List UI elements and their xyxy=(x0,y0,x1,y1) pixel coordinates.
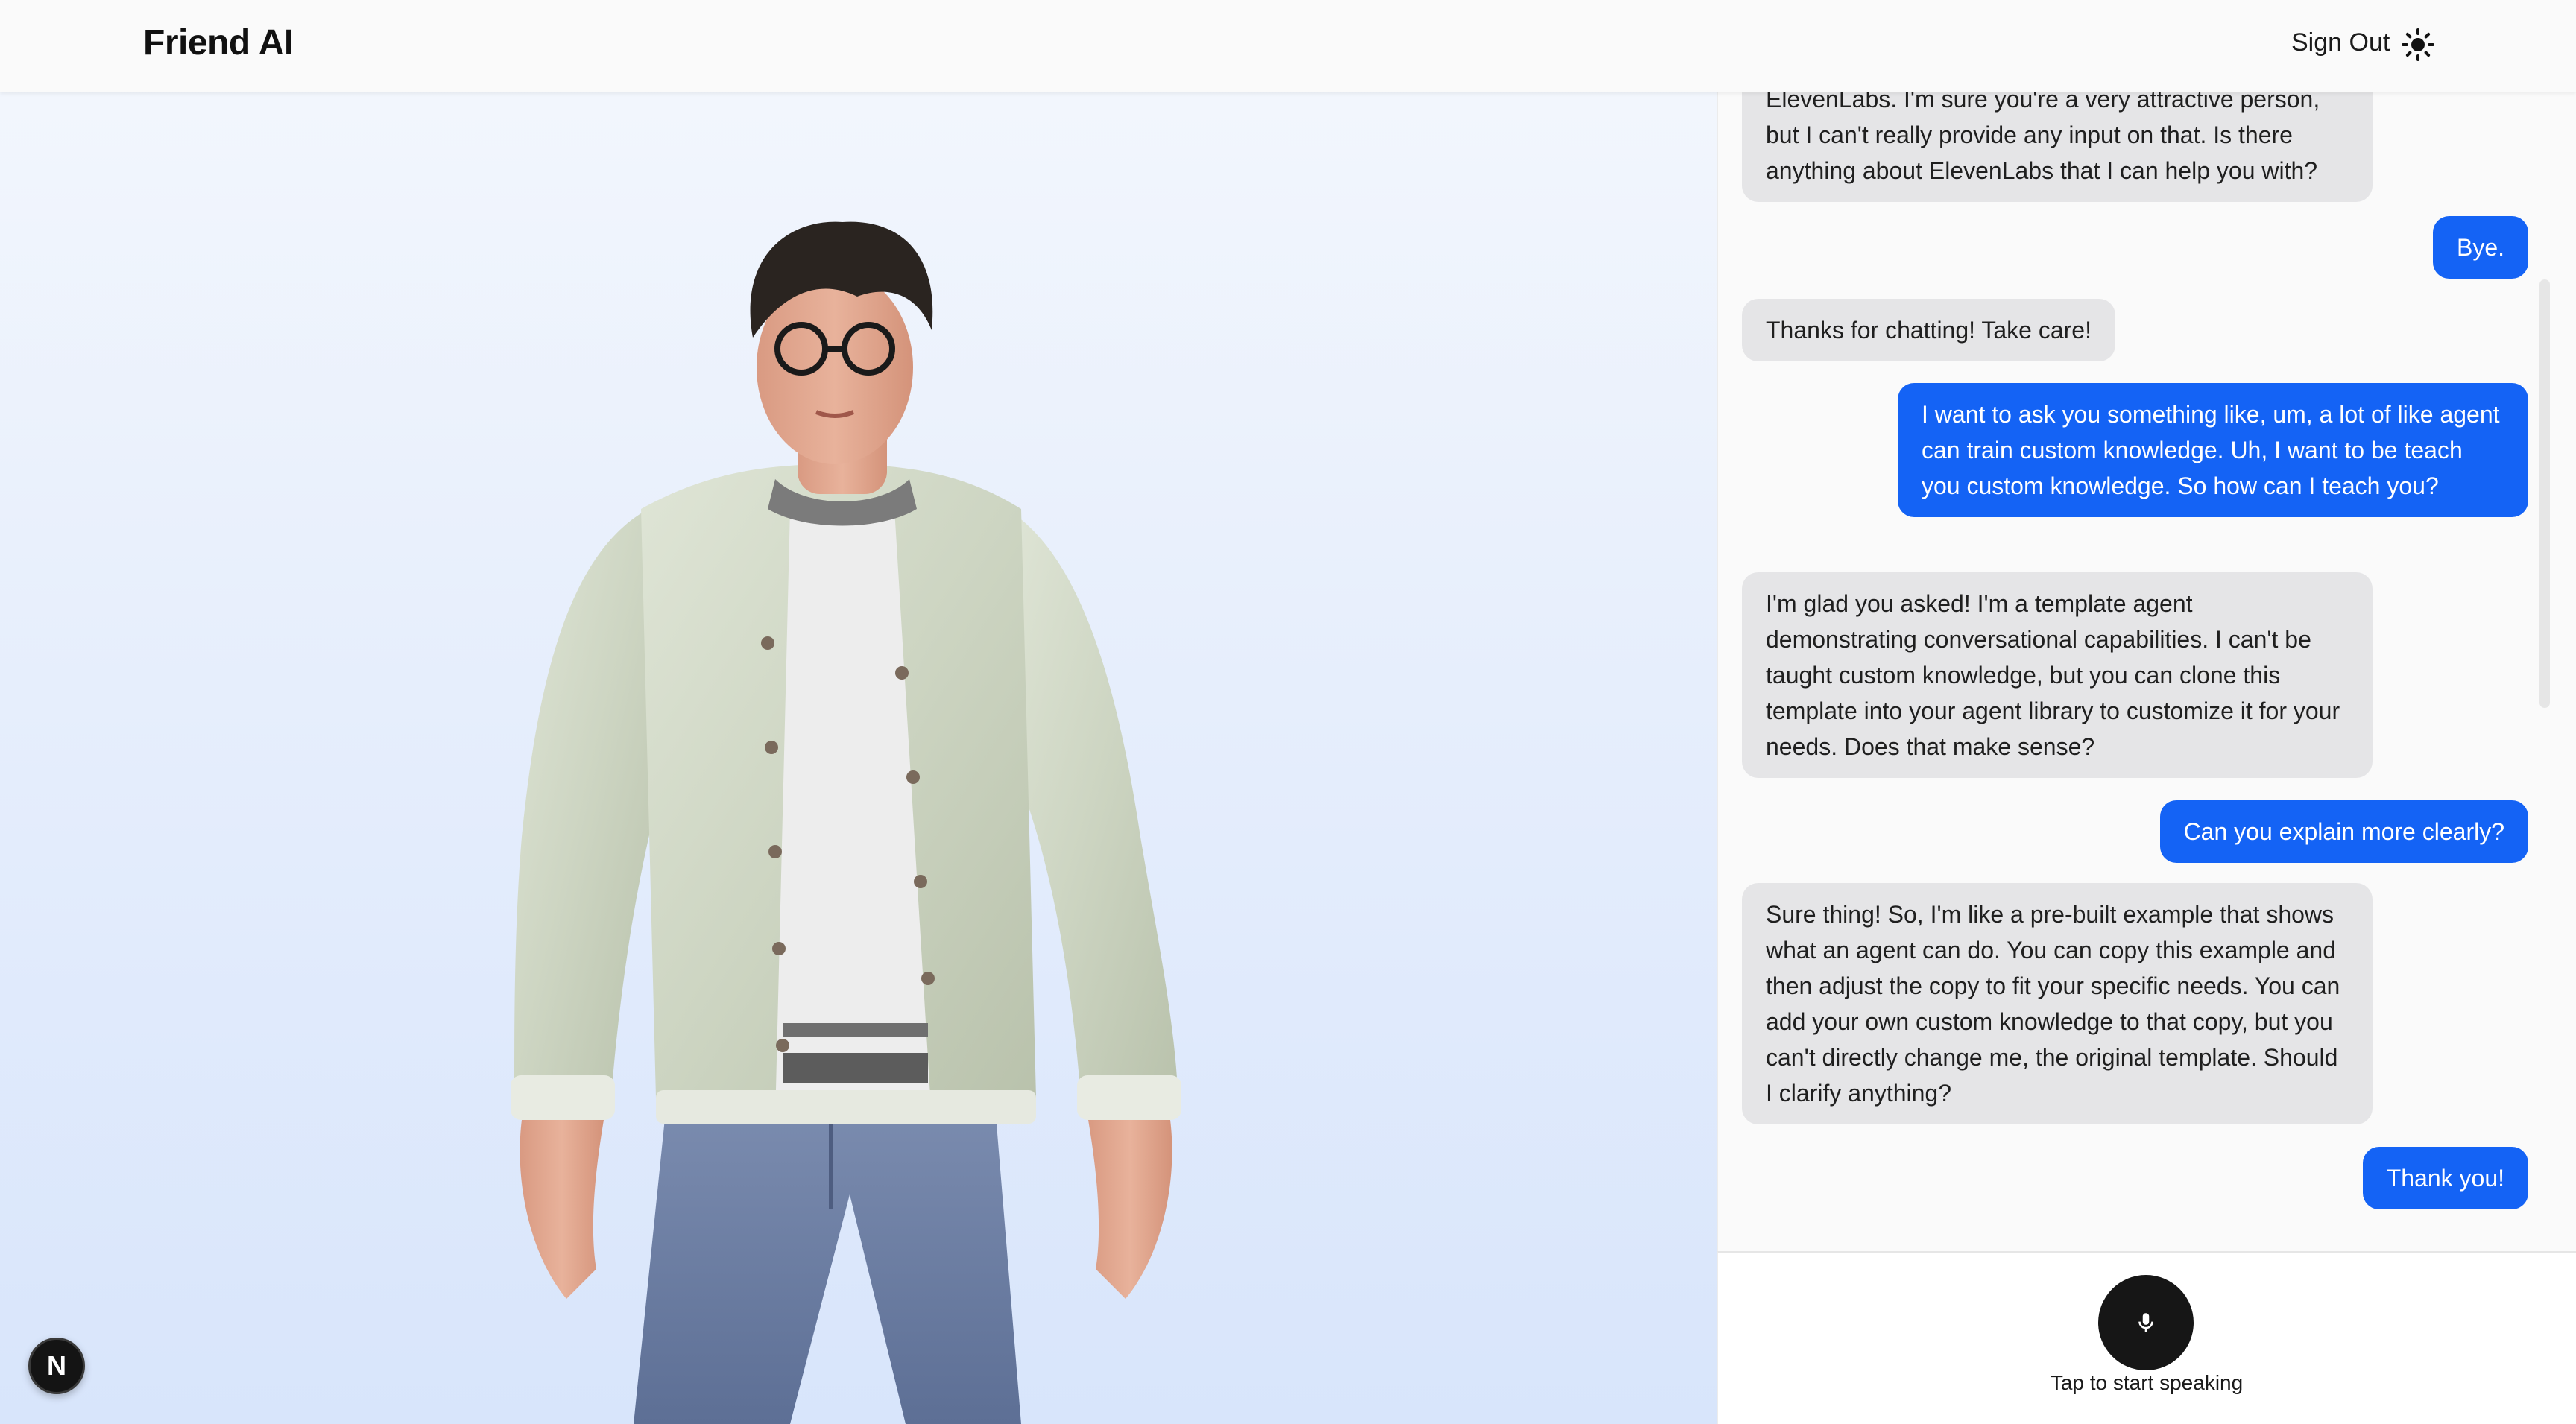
chat-panel: ElevenLabs. I'm sure you're a very attra… xyxy=(1717,92,2576,1251)
chat-message-bot: ElevenLabs. I'm sure you're a very attra… xyxy=(1742,92,2373,202)
chat-message-user: Bye. xyxy=(2432,216,2528,279)
chat-message-user: Can you explain more clearly? xyxy=(2159,800,2528,863)
chat-message-bot: I'm glad you asked! I'm a template agent… xyxy=(1742,572,2373,778)
top-bar: Friend AI Sign Out xyxy=(0,0,2576,92)
sign-out-button[interactable]: Sign Out xyxy=(2291,28,2390,57)
microphone-icon xyxy=(2138,1313,2153,1332)
chat-scrollbar[interactable] xyxy=(2539,279,2550,708)
nextjs-badge[interactable]: N xyxy=(28,1338,85,1394)
avatar-stage xyxy=(0,92,1717,1424)
microphone-button[interactable] xyxy=(2098,1275,2194,1370)
avatar-3d-character xyxy=(511,221,1181,1424)
chat-message-user: I want to ask you something like, um, a … xyxy=(1898,383,2528,517)
mic-hint-label: Tap to start speaking xyxy=(2050,1371,2244,1394)
chat-message-bot: Sure thing! So, I'm like a pre-built exa… xyxy=(1742,883,2373,1124)
chat-message-bot: Thanks for chatting! Take care! xyxy=(1742,299,2115,361)
app-title: Friend AI xyxy=(143,23,294,63)
sun-icon[interactable] xyxy=(2402,28,2434,61)
chat-message-user: Thank you! xyxy=(2362,1147,2528,1209)
